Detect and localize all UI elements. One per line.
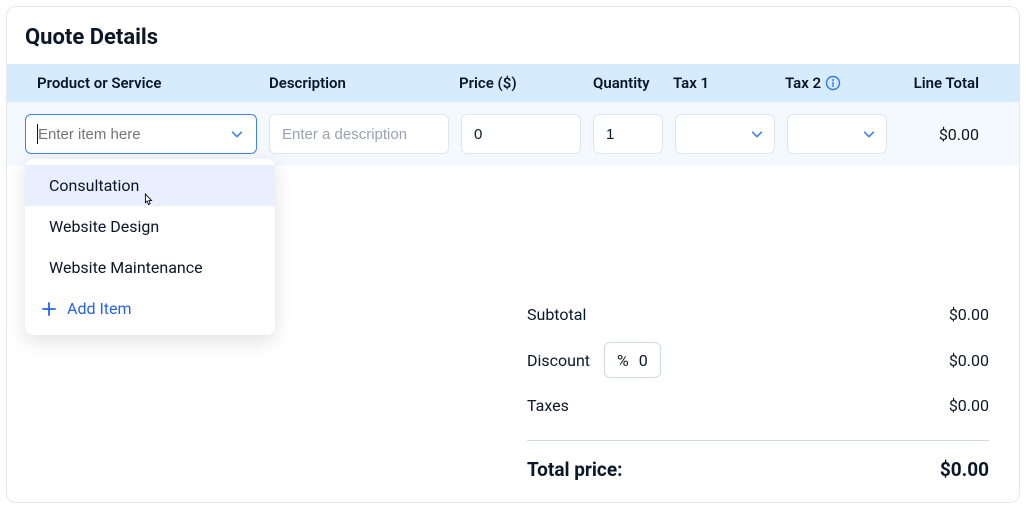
totals-divider	[527, 440, 989, 441]
line-item-row: $0.00 Consultation Website Design Websit…	[7, 102, 1019, 166]
total-price-row: Total price: $0.00	[527, 449, 989, 490]
header-tax2: Tax 2	[785, 74, 905, 92]
discount-input-group[interactable]: % 0	[604, 342, 661, 378]
discount-input[interactable]: 0	[639, 351, 648, 370]
tax1-select[interactable]	[675, 114, 775, 154]
taxes-value: $0.00	[949, 396, 989, 415]
add-item-label: Add Item	[67, 299, 132, 318]
subtotal-label: Subtotal	[527, 305, 586, 324]
quantity-input[interactable]	[593, 114, 663, 154]
header-line-total: Line Total	[905, 74, 1001, 92]
plus-icon	[41, 301, 57, 317]
header-description: Description	[269, 74, 459, 92]
chevron-down-icon	[862, 127, 876, 141]
line-total-value: $0.00	[887, 125, 1001, 144]
taxes-label: Taxes	[527, 396, 569, 415]
chevron-down-icon	[750, 127, 764, 141]
total-price-label: Total price:	[527, 458, 622, 481]
subtotal-value: $0.00	[949, 305, 989, 324]
product-dropdown: Consultation Website Design Website Main…	[25, 159, 275, 335]
discount-row: Discount % 0 $0.00	[527, 333, 989, 387]
dropdown-item-website-design[interactable]: Website Design	[25, 206, 275, 247]
table-header: Product or Service Description Price ($)…	[7, 64, 1019, 102]
add-item-button[interactable]: Add Item	[25, 288, 275, 329]
dropdown-item-website-maintenance[interactable]: Website Maintenance	[25, 247, 275, 288]
product-combobox[interactable]	[25, 114, 257, 154]
tax2-select[interactable]	[787, 114, 887, 154]
header-quantity: Quantity	[593, 74, 673, 92]
text-caret	[37, 124, 38, 144]
totals-panel: Subtotal $0.00 Discount % 0 $0.00 Taxes …	[527, 296, 1019, 490]
price-input[interactable]	[461, 114, 581, 154]
subtotal-row: Subtotal $0.00	[527, 296, 989, 333]
quote-details-card: Quote Details Product or Service Descrip…	[6, 6, 1020, 503]
dropdown-item-label: Consultation	[49, 176, 139, 195]
card-title: Quote Details	[7, 25, 1019, 64]
discount-label: Discount	[527, 351, 590, 370]
total-price-value: $0.00	[940, 458, 989, 481]
discount-symbol: %	[617, 351, 629, 370]
header-tax1: Tax 1	[673, 74, 785, 92]
pointer-cursor-icon	[141, 192, 157, 208]
description-input[interactable]	[269, 114, 449, 154]
chevron-down-icon[interactable]	[230, 127, 244, 141]
header-product: Product or Service	[25, 74, 269, 92]
discount-total: $0.00	[949, 351, 989, 370]
taxes-row: Taxes $0.00	[527, 387, 989, 424]
product-input[interactable]	[38, 116, 218, 152]
dropdown-item-consultation[interactable]: Consultation	[25, 165, 275, 206]
info-icon[interactable]	[825, 75, 841, 91]
header-tax2-label: Tax 2	[785, 74, 821, 92]
header-price: Price ($)	[459, 74, 593, 92]
